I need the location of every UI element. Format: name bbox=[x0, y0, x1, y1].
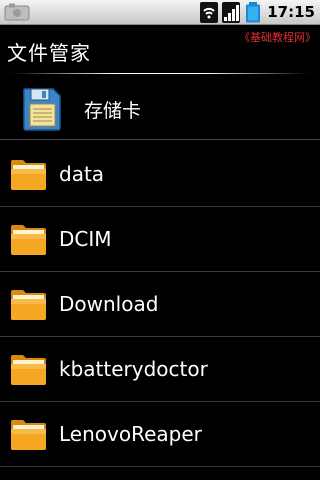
folder-label: DCIM bbox=[59, 227, 112, 251]
page-title: 文件管家 bbox=[7, 41, 91, 65]
notification-icon[interactable] bbox=[4, 3, 30, 21]
folder-label: Download bbox=[59, 292, 159, 316]
sd-card-icon bbox=[23, 88, 61, 131]
storage-divider bbox=[0, 139, 320, 140]
title-divider bbox=[10, 73, 310, 74]
folder-icon bbox=[11, 420, 46, 450]
watermark: 《基础教程网》 bbox=[239, 31, 316, 44]
folder-label: LenovoReaper bbox=[59, 422, 202, 446]
status-time: 17:15 bbox=[267, 3, 315, 21]
title-bar: 文件管家 《基础教程网》 bbox=[0, 25, 320, 74]
folder-list: data DCIM Download kbatterydoctor Lenovo… bbox=[0, 142, 320, 467]
folder-item-kbatterydoctor[interactable]: kbatterydoctor bbox=[0, 337, 320, 402]
folder-icon bbox=[11, 160, 46, 190]
storage-card-label: 存储卡 bbox=[84, 100, 142, 122]
signal-icon bbox=[222, 2, 240, 23]
folder-icon bbox=[11, 355, 46, 385]
folder-item-dcim[interactable]: DCIM bbox=[0, 207, 320, 272]
storage-card-item[interactable]: 存储卡 bbox=[0, 76, 320, 140]
folder-item-data[interactable]: data bbox=[0, 142, 320, 207]
folder-icon bbox=[11, 225, 46, 255]
folder-item-lenovoreaper[interactable]: LenovoReaper bbox=[0, 402, 320, 467]
status-bar: 17:15 bbox=[0, 0, 320, 25]
wifi-icon bbox=[200, 2, 218, 23]
folder-label: kbatterydoctor bbox=[59, 357, 208, 381]
folder-item-download[interactable]: Download bbox=[0, 272, 320, 337]
folder-icon bbox=[11, 290, 46, 320]
folder-label: data bbox=[59, 162, 105, 186]
battery-icon bbox=[246, 2, 260, 23]
